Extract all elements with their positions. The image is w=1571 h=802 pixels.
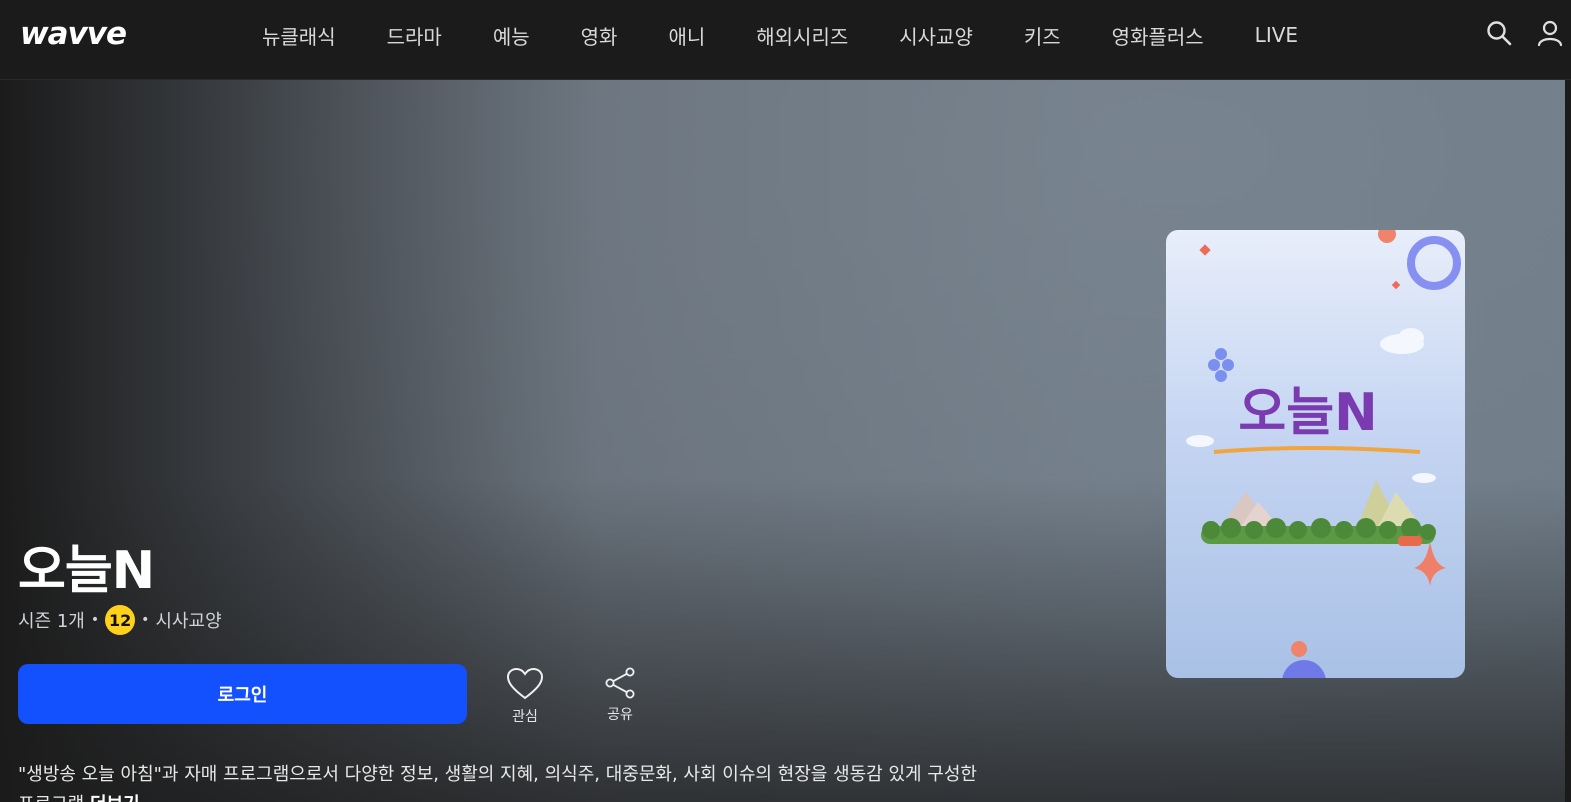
nav-item-live[interactable]: LIVE — [1255, 23, 1298, 47]
wavve-logo[interactable]: wavve — [20, 14, 152, 54]
user-icon[interactable] — [1535, 18, 1565, 48]
program-description: "생방송 오늘 아침"과 자매 프로그램으로서 다양한 정보, 생활의 지혜, … — [18, 760, 998, 802]
share-icon — [605, 667, 635, 699]
hero-section: 오늘N 시즌 1개 • 12 • 시사교양 로그인 관심 공유 "생방송 오늘 … — [0, 80, 1571, 802]
age-rating-badge: 12 — [105, 605, 136, 635]
share-label: 공유 — [607, 707, 633, 723]
main-nav: 뉴클래식 드라마 예능 영화 애니 해외시리즈 시사교양 키즈 영화플러스 LI… — [262, 0, 1298, 70]
heart-icon — [506, 667, 544, 700]
meta-separator: • — [90, 612, 100, 628]
favorite-button[interactable]: 관심 — [505, 666, 545, 726]
poster-logo-text: 오늘N — [1238, 383, 1377, 443]
nav-item-movie[interactable]: 영화 — [581, 21, 618, 50]
top-header: wavve 뉴클래식 드라마 예능 영화 애니 해외시리즈 시사교양 키즈 영화… — [0, 0, 1571, 80]
meta-separator: • — [141, 612, 150, 628]
favorite-label: 관심 — [512, 709, 538, 725]
nav-item-current-affairs[interactable]: 시사교양 — [899, 21, 973, 50]
poster-artwork: 오늘N — [1186, 230, 1461, 678]
more-link[interactable]: 더보기 — [90, 794, 140, 802]
search-icon[interactable] — [1484, 18, 1514, 48]
nav-item-drama[interactable]: 드라마 — [387, 21, 442, 50]
nav-item-variety[interactable]: 예능 — [493, 21, 530, 50]
nav-item-animation[interactable]: 애니 — [668, 21, 705, 50]
scrollbar-track — [1565, 80, 1571, 802]
nav-item-movie-plus[interactable]: 영화플러스 — [1112, 21, 1204, 50]
nav-item-kids[interactable]: 키즈 — [1024, 21, 1061, 50]
program-poster[interactable]: 오늘N — [1166, 230, 1465, 678]
nav-item-new-classic[interactable]: 뉴클래식 — [262, 21, 336, 50]
logo-text: wavve — [20, 16, 127, 52]
description-text: "생방송 오늘 아침"과 자매 프로그램으로서 다양한 정보, 생활의 지혜, … — [18, 764, 977, 802]
login-button[interactable]: 로그인 — [18, 664, 467, 724]
program-title: 오늘N — [18, 541, 155, 601]
program-meta: 시즌 1개 • 12 • 시사교양 — [18, 605, 222, 635]
genre-label: 시사교양 — [155, 611, 222, 632]
share-button[interactable]: 공유 — [602, 666, 638, 724]
nav-item-overseas-series[interactable]: 해외시리즈 — [756, 21, 848, 50]
season-count: 시즌 1개 — [18, 611, 85, 632]
